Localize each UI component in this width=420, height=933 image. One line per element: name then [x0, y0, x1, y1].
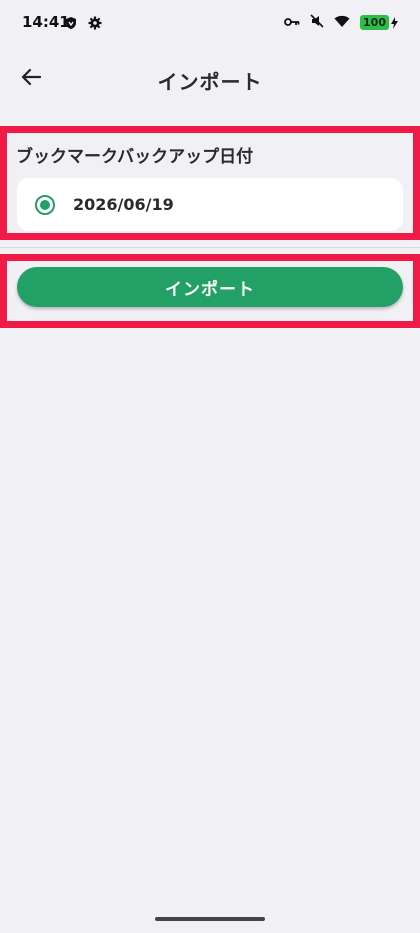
page-title: インポート	[157, 70, 263, 94]
gear-icon	[88, 15, 102, 34]
home-indicator[interactable]	[155, 917, 265, 921]
key-icon	[284, 13, 300, 32]
wifi-icon	[334, 13, 350, 32]
battery-icon: 100	[360, 15, 398, 30]
status-bar: 14:41 100	[0, 0, 420, 44]
battery-level: 100	[360, 15, 389, 30]
radio-button-selected[interactable]	[35, 195, 55, 215]
backup-date-option[interactable]: 2026/06/19	[17, 178, 403, 231]
status-time: 14:41	[22, 13, 70, 31]
backup-date-label: ブックマークバックアップ日付	[16, 147, 254, 167]
backup-date-value: 2026/06/19	[73, 195, 174, 214]
radio-dot	[40, 200, 50, 210]
app-bar: インポート	[0, 52, 420, 108]
mute-icon	[310, 13, 324, 32]
divider	[0, 247, 420, 248]
import-button[interactable]: インポート	[17, 267, 403, 307]
shield-icon	[64, 15, 78, 34]
